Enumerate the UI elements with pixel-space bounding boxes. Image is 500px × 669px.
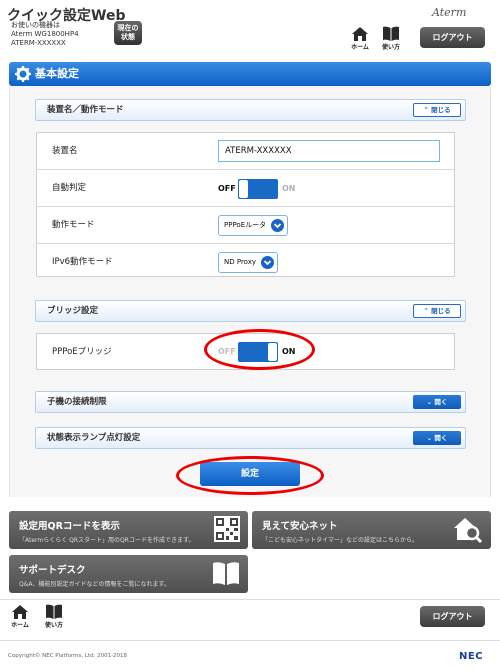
table-row: 動作モード PPPoEルータ xyxy=(37,207,454,244)
current-status-button[interactable]: 現在の 状態 xyxy=(114,21,142,45)
book-icon xyxy=(46,604,62,619)
page-title: 基本設定 xyxy=(35,67,79,80)
tile-description: 「Atermらくらく QRスタート」用のQRコードを作成できます。 xyxy=(19,537,195,544)
device-name-input[interactable]: ATERM-XXXXXX xyxy=(218,140,440,162)
qr-code-tile[interactable]: 設定用QRコードを表示 「Atermらくらく QRスタート」用のQRコードを作成… xyxy=(9,511,248,549)
logout-button[interactable]: ログアウト xyxy=(420,27,485,48)
ipv6-mode-select[interactable]: ND Proxy xyxy=(218,252,278,273)
copyright: Copyright© NEC Platforms, Ltd. 2001-2018 xyxy=(8,653,128,659)
divider xyxy=(0,640,500,641)
table-row: 装置名 ATERM-XXXXXX xyxy=(37,133,454,170)
section-title: 装置名／動作モード xyxy=(47,105,124,115)
help-button[interactable]: 使い方 xyxy=(379,26,403,51)
chevron-up-icon: ⌃ xyxy=(423,307,429,315)
support-desk-tile[interactable]: サポートデスク Q&A、機能別設定ガイドなどの情報をご覧になれます。 xyxy=(9,555,248,593)
operation-mode-select[interactable]: PPPoEルータ xyxy=(218,215,288,236)
pppoe-bridge-label: PPPoEブリッジ xyxy=(52,347,112,357)
nec-logo: NEC xyxy=(459,651,484,662)
auto-detect-label: 自動判定 xyxy=(52,183,87,193)
operation-mode-label: 動作モード xyxy=(52,220,95,230)
tile-description: 「こども安心ネットタイマー」などの設定はこちらから。 xyxy=(262,537,419,544)
expand-button-lamp[interactable]: ⌄ 開く xyxy=(413,431,461,445)
device-name-label: 装置名 xyxy=(52,146,78,156)
aterm-logo: Aterm xyxy=(432,6,467,19)
footer-help-button[interactable]: 使い方 xyxy=(42,604,66,629)
chevron-down-icon: ⌄ xyxy=(426,398,433,406)
footer-logout-button[interactable]: ログアウト xyxy=(420,606,485,627)
home-icon xyxy=(352,27,368,41)
section-title: ブリッジ設定 xyxy=(47,306,99,316)
tile-title: 設定用QRコードを表示 xyxy=(19,521,120,532)
divider xyxy=(0,599,500,600)
mieru-anshin-net-tile[interactable]: 見えて安心ネット 「こども安心ネットタイマー」などの設定はこちらから。 xyxy=(252,511,491,549)
section-header-lamp[interactable]: 状態表示ランプ点灯設定 ⌄ 開く xyxy=(35,427,466,449)
chevron-down-icon xyxy=(271,219,284,232)
collapse-button-device[interactable]: ⌃ 閉じる xyxy=(413,103,461,117)
device-info-line1: お使いの機器は xyxy=(11,21,60,29)
expand-button-child[interactable]: ⌄ 開く xyxy=(413,395,461,409)
device-model: Aterm WG1800HP4 xyxy=(11,30,79,38)
gear-icon xyxy=(15,66,31,82)
device-name: ATERM-XXXXXX xyxy=(11,39,66,47)
open-book-icon xyxy=(213,562,239,585)
collapse-button-bridge[interactable]: ⌃ 閉じる xyxy=(413,304,461,318)
section-header-bridge[interactable]: ブリッジ設定 ⌃ 閉じる xyxy=(35,300,466,322)
device-info: お使いの機器は Aterm WG1800HP4 ATERM-XXXXXX xyxy=(11,21,79,48)
home-button[interactable]: ホーム xyxy=(348,27,372,51)
device-settings-table: 装置名 ATERM-XXXXXX 自動判定 OFF ON 動作モード PPPoE… xyxy=(36,132,455,277)
tile-description: Q&A、機能別設定ガイドなどの情報をご覧になれます。 xyxy=(19,581,170,588)
tile-title: サポートデスク xyxy=(19,565,86,576)
tile-title: 見えて安心ネット xyxy=(262,521,338,532)
home-icon xyxy=(12,605,28,619)
qr-code-icon xyxy=(214,516,240,542)
chevron-up-icon: ⌃ xyxy=(423,106,429,114)
ipv6-mode-label: IPv6動作モード xyxy=(52,257,113,267)
auto-detect-toggle[interactable]: OFF ON xyxy=(218,179,298,199)
annotation-circle-save xyxy=(176,456,324,495)
footer-home-button[interactable]: ホーム xyxy=(8,605,32,629)
section-header-device[interactable]: 装置名／動作モード ⌃ 閉じる xyxy=(35,99,466,121)
section-header-child[interactable]: 子機の接続制限 ⌄ 開く xyxy=(35,391,466,413)
house-search-icon xyxy=(454,518,483,544)
table-row: 自動判定 OFF ON xyxy=(37,170,454,207)
chevron-down-icon: ⌄ xyxy=(426,434,433,442)
chevron-down-icon xyxy=(261,256,274,269)
annotation-circle-pppoe xyxy=(204,329,315,370)
header: クイック設定Web お使いの機器は Aterm WG1800HP4 ATERM-… xyxy=(0,0,500,55)
page-title-bar: 基本設定 xyxy=(9,62,491,86)
book-icon xyxy=(383,26,399,41)
table-row: IPv6動作モード ND Proxy xyxy=(37,244,454,281)
section-title: 状態表示ランプ点灯設定 xyxy=(47,433,141,443)
section-title: 子機の接続制限 xyxy=(47,397,107,407)
